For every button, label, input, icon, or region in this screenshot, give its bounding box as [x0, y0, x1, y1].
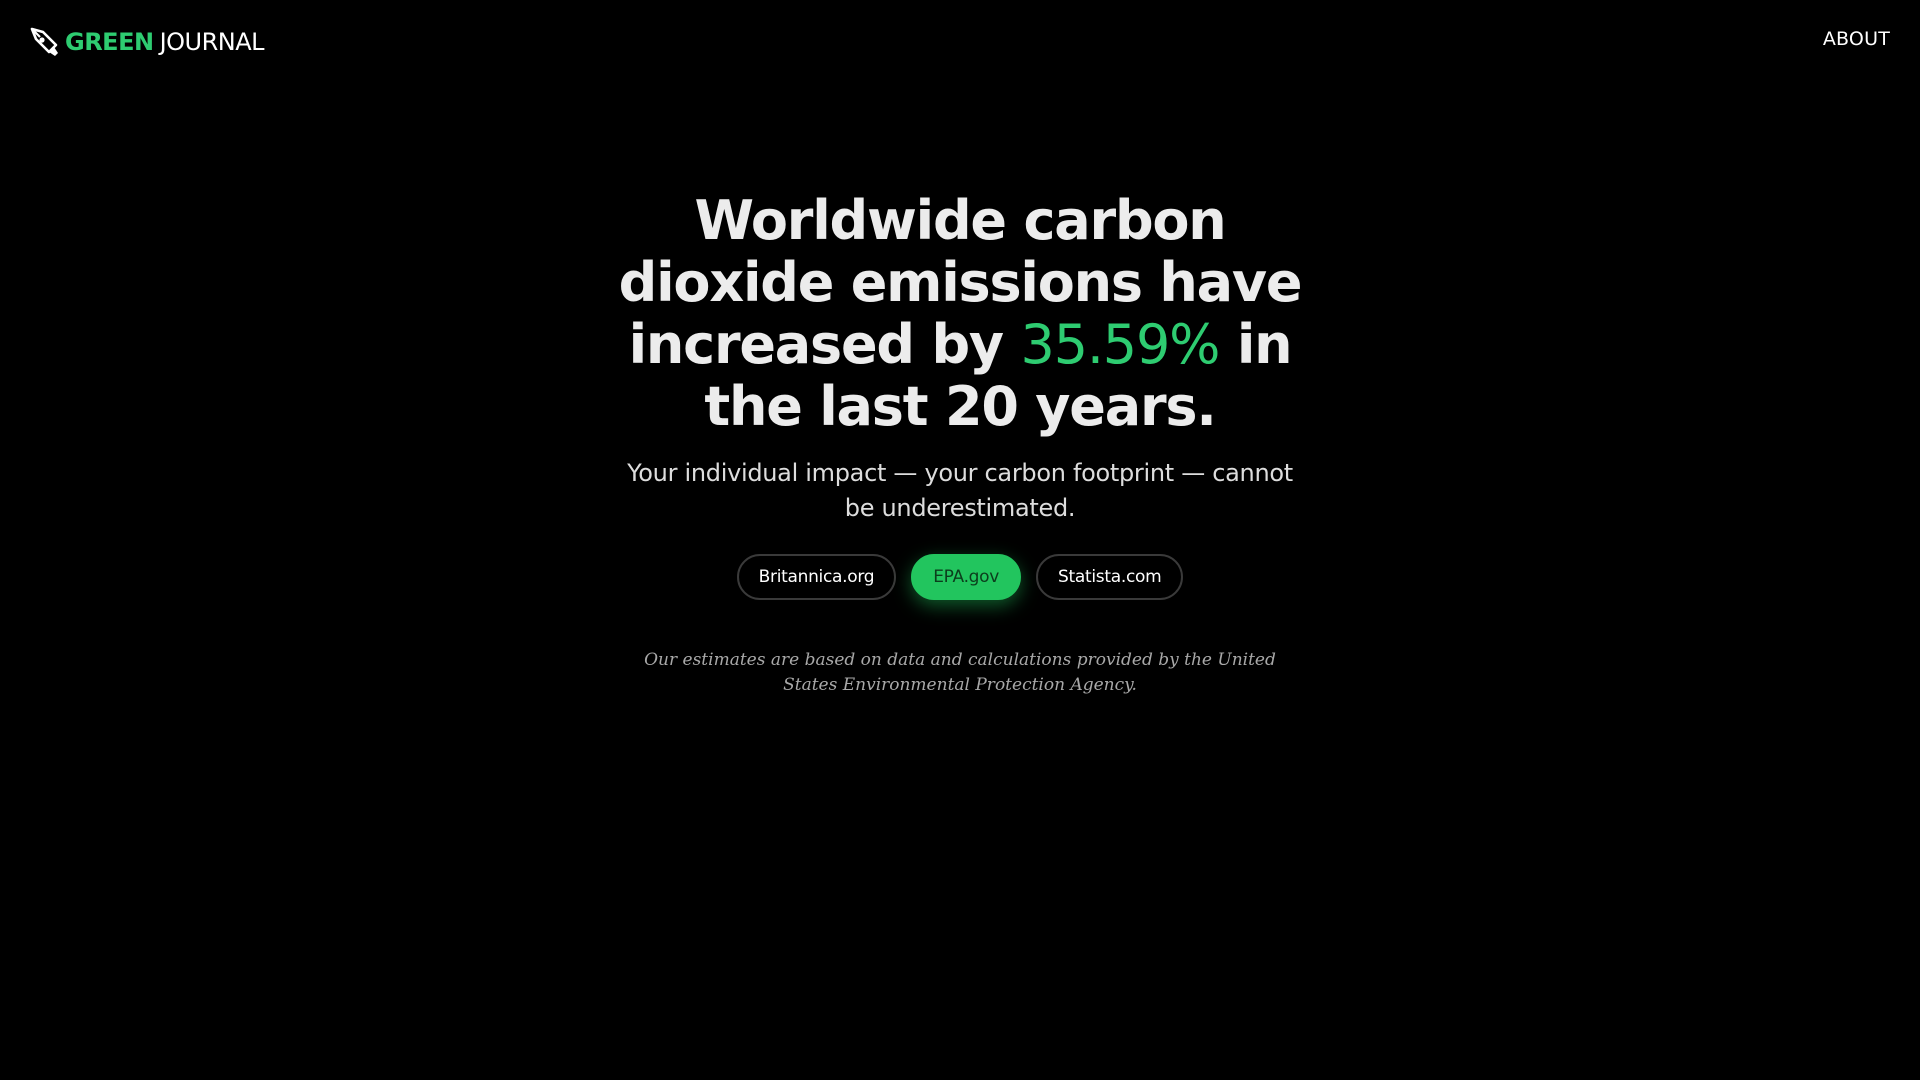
- hero-headline: Worldwide carbon dioxide emissions have …: [610, 190, 1310, 438]
- data-disclaimer: Our estimates are based on data and calc…: [644, 650, 1276, 695]
- brand-logo-link[interactable]: GREEN JOURNAL: [29, 24, 265, 60]
- brand-name-green: GREEN: [65, 28, 154, 56]
- site-header: GREEN JOURNAL ABOUT: [0, 0, 1920, 82]
- source-britannica-button[interactable]: Britannica.org: [736, 554, 897, 600]
- source-statista-button[interactable]: Statista.com: [1036, 554, 1184, 600]
- pen-nib-icon: [29, 27, 59, 57]
- brand-name-journal: JOURNAL: [159, 28, 265, 56]
- hero-section: Worldwide carbon dioxide emissions have …: [0, 190, 1920, 698]
- nav-about-link[interactable]: ABOUT: [1823, 28, 1890, 50]
- brand-name: GREEN JOURNAL: [65, 28, 265, 56]
- source-selector: Britannica.org EPA.gov Statista.com: [0, 554, 1920, 600]
- source-epa-button[interactable]: EPA.gov: [911, 554, 1022, 600]
- hero-subheadline: Your individual impact — your carbon foo…: [627, 459, 1293, 522]
- headline-stat: 35.59%: [1020, 313, 1221, 376]
